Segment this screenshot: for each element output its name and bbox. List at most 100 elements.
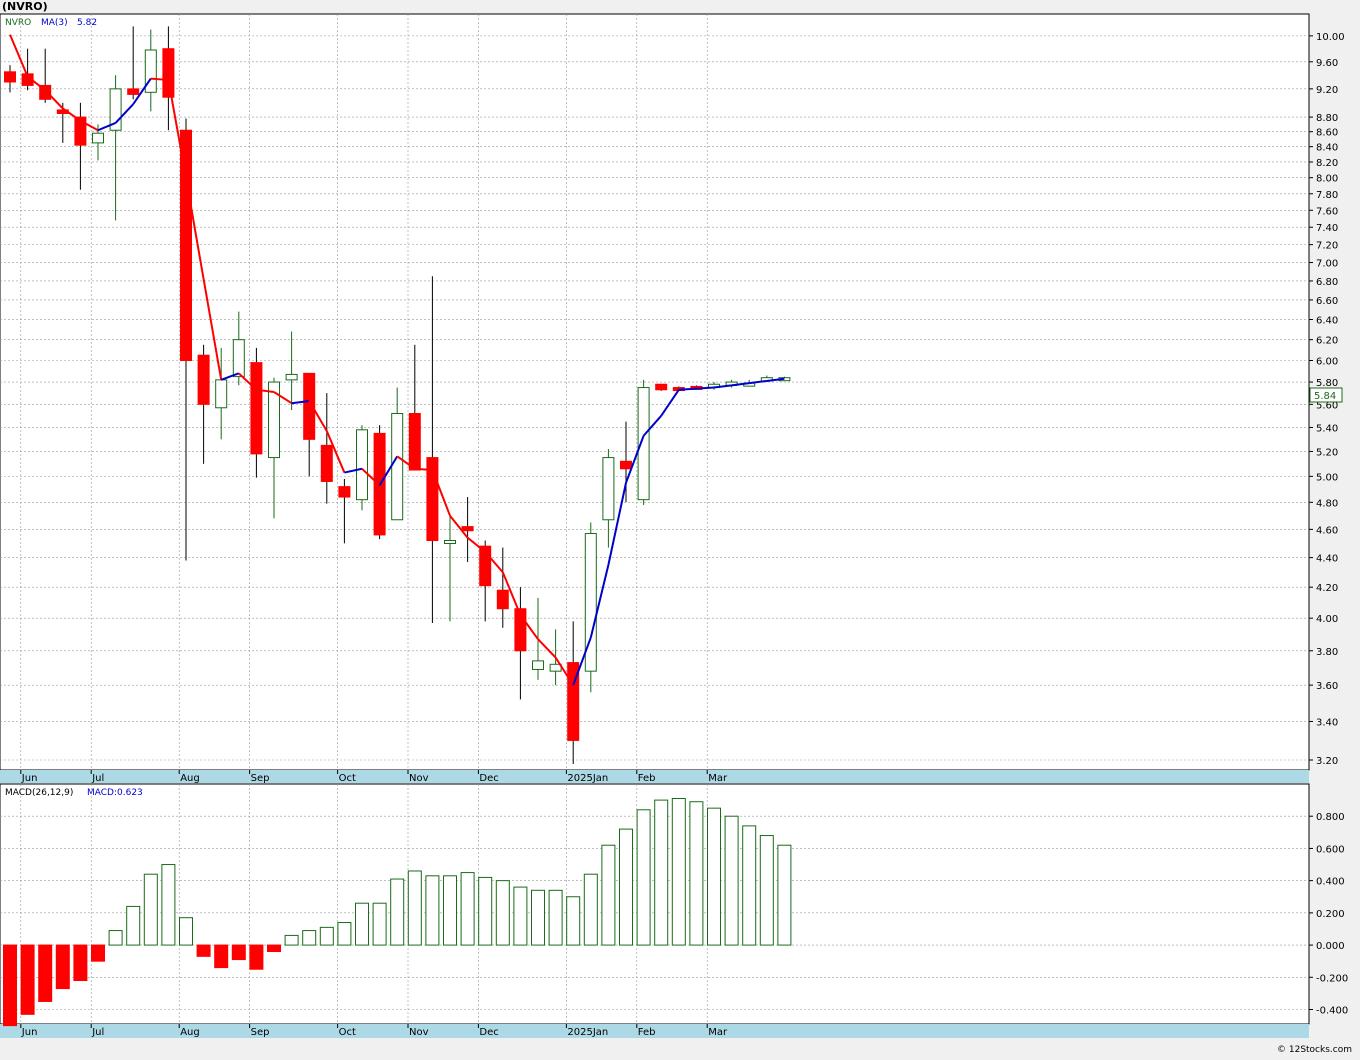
macd-tick-label: 0.800 — [1316, 812, 1345, 823]
chart-title: (NVRO) — [2, 0, 48, 13]
macd-bar-positive — [671, 797, 686, 946]
ma3-segment — [696, 386, 715, 390]
macd-bar-positive — [742, 825, 757, 946]
candle-down — [197, 354, 210, 405]
candle-down — [338, 486, 351, 498]
price-tick-label: 7.80 — [1316, 190, 1338, 201]
macd-bar-positive — [355, 902, 369, 946]
candle-up — [356, 429, 368, 501]
candle-down — [496, 589, 509, 610]
macd-bar-negative — [214, 944, 229, 969]
price-tick-label: 10.00 — [1316, 32, 1345, 43]
macd-month-label: Nov — [409, 1027, 429, 1038]
price-month-label: Dec — [479, 773, 498, 784]
legend-symbol: NVRO — [5, 18, 31, 28]
macd-bar-negative — [20, 944, 35, 1015]
macd-bar-positive — [302, 930, 317, 946]
macd-bar-negative — [231, 944, 246, 961]
ma3-segment — [414, 467, 433, 472]
macd-bar-positive — [126, 905, 141, 946]
macd-bar-positive — [619, 828, 633, 946]
macd-month-label: Sep — [251, 1027, 270, 1038]
macd-bar-negative — [91, 944, 105, 962]
macd-bar-positive — [337, 922, 352, 946]
candle-down — [162, 48, 175, 98]
price-tick-label: 5.20 — [1316, 447, 1338, 458]
last-price-value: 5.84 — [1314, 391, 1336, 402]
stock-chart-page: 3.20 3.40 3.60 3.80 4.00 4.20 4.40 4.60 4.80 5.00… — [0, 0, 1360, 1056]
ma3-segment — [678, 387, 697, 391]
macd-bar-positive — [495, 880, 510, 946]
candle-down — [408, 412, 421, 471]
price-tick-label: 6.40 — [1316, 315, 1338, 326]
macd-tick-label: -0.200 — [1316, 973, 1348, 984]
candle-down — [4, 71, 16, 83]
macd-bar-positive — [724, 815, 739, 946]
macd-bar-positive — [319, 926, 334, 946]
price-month-label: Feb — [638, 773, 656, 784]
price-tick-label: 6.00 — [1316, 357, 1338, 368]
candle-down — [655, 383, 668, 391]
price-tick-label: 8.00 — [1316, 174, 1338, 185]
price-tick-label: 6.60 — [1316, 296, 1338, 307]
price-panel — [0, 13, 1310, 771]
price-tick-label: 7.60 — [1316, 206, 1338, 217]
price-tick-label: 9.60 — [1316, 58, 1338, 69]
price-month-label: Mar — [708, 773, 728, 784]
macd-month-label: Jul — [91, 1027, 104, 1038]
candle-up — [602, 457, 615, 521]
macd-tick-label: 0.200 — [1316, 909, 1345, 920]
candle-down — [250, 362, 263, 455]
price-tick-label: 3.20 — [1316, 756, 1338, 767]
macd-legend-label: MACD(26,12,9) — [5, 788, 73, 798]
macd-bar-positive — [759, 835, 774, 946]
macd-bar-negative — [55, 944, 70, 990]
macd-bar-positive — [513, 886, 528, 946]
price-month-label: Nov — [409, 773, 429, 784]
macd-bar-positive — [548, 889, 563, 946]
candle-down — [620, 460, 632, 470]
price-tick-label: 5.80 — [1316, 378, 1338, 389]
price-tick-label: 4.60 — [1316, 525, 1338, 536]
candle-up — [144, 49, 157, 93]
price-tick-label: 6.80 — [1316, 277, 1338, 288]
macd-bar-positive — [443, 875, 457, 946]
macd-bar-positive — [531, 889, 545, 946]
price-month-label: Jul — [91, 773, 104, 784]
price-tick-label: 4.40 — [1316, 554, 1338, 565]
macd-bar-negative — [249, 944, 264, 970]
macd-bar-positive — [372, 902, 387, 946]
price-tick-label: 3.60 — [1316, 681, 1338, 692]
macd-bar-positive — [161, 864, 176, 946]
price-tick-label: 8.60 — [1316, 128, 1338, 139]
candle-down — [180, 129, 192, 362]
price-tick-label: 8.20 — [1316, 158, 1338, 169]
price-tick-label: 3.40 — [1316, 717, 1338, 728]
macd-tick-label: -0.400 — [1316, 1006, 1348, 1017]
candle-up — [285, 373, 298, 381]
macd-bar-positive — [707, 807, 721, 946]
macd-bar-positive — [636, 809, 651, 946]
macd-month-label: Oct — [339, 1027, 356, 1038]
price-tick-label: 9.20 — [1316, 85, 1338, 96]
macd-month-label: Mar — [708, 1027, 728, 1038]
macd-bar-positive — [143, 873, 158, 946]
price-tick-label: 4.80 — [1316, 498, 1338, 509]
legend-ma-label: MA(3) — [41, 18, 68, 28]
ma3-segment — [150, 77, 169, 81]
price-tick-label: 4.20 — [1316, 583, 1338, 594]
macd-month-label: 2025Jan — [567, 1027, 608, 1038]
candle-up — [215, 379, 228, 409]
price-tick-label: 8.40 — [1316, 143, 1338, 154]
price-tick-label: 7.00 — [1316, 259, 1338, 270]
macd-bar-positive — [179, 917, 193, 946]
macd-bar-positive — [284, 934, 299, 946]
price-month-label: 2025Jan — [567, 773, 608, 784]
price-tick-label: 7.40 — [1316, 223, 1338, 234]
price-tick-label: 4.00 — [1316, 614, 1338, 625]
price-and-macd-chart: 3.20 3.40 3.60 3.80 4.00 4.20 4.40 4.60 4.80 5.00… — [0, 0, 1352, 1055]
macd-bar-positive — [478, 876, 493, 946]
candle-up — [92, 132, 104, 144]
macd-tick-label: 0.400 — [1316, 877, 1345, 888]
price-month-label: Jun — [21, 773, 38, 784]
